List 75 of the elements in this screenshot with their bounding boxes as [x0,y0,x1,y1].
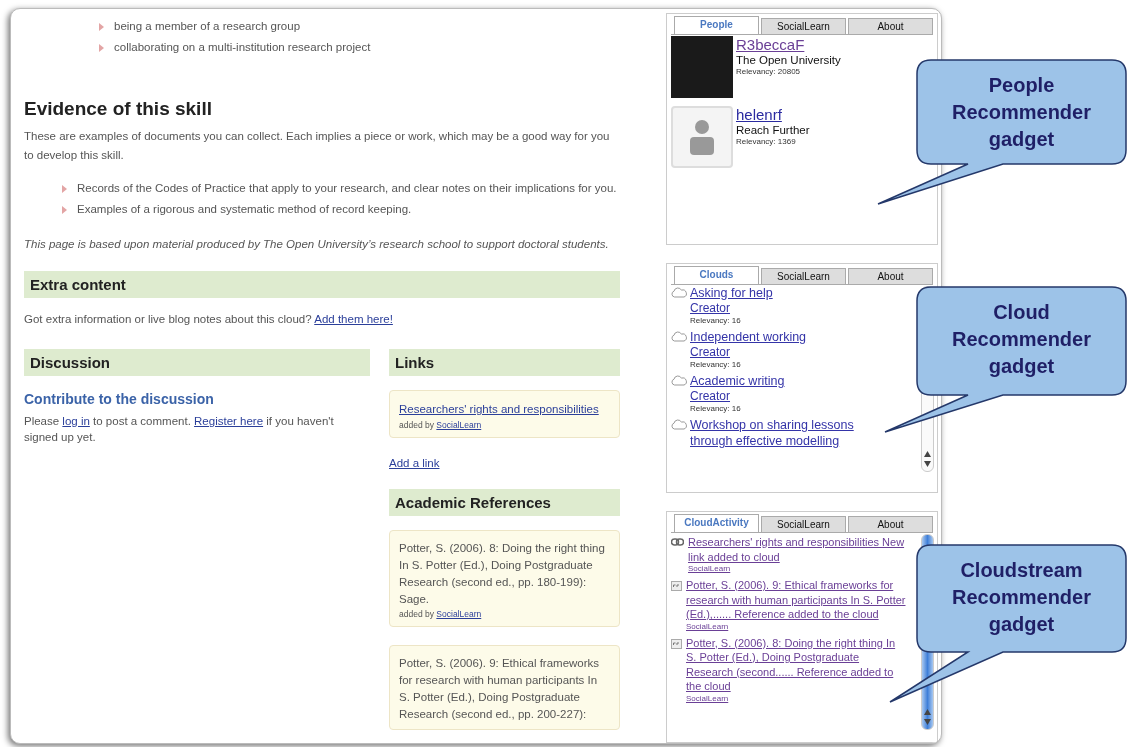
list-item: Examples of a rigorous and systematic method of record keeping. [77,202,412,217]
source-link[interactable]: SocialLearn [686,693,729,704]
organisation: The Open University [736,53,841,67]
creator-link[interactable]: Creator [690,345,730,360]
source-note: This page is based upon material produced by The Open University’s research school to support doctoral students. [24,237,610,252]
callout-text: People Recommender gadget [951,73,1092,152]
text-link[interactable]: Add them here! [314,313,393,325]
reference-text: Potter, S. (2006). 9: Ethical frameworks for research with human participants In S. Potter (Ed.), Doing Postgraduate Research (second ed., pp. 200-227): [399,656,601,722]
cloud-icon [671,331,687,342]
cloud-title-link[interactable]: Workshop on sharing lessons through effective modelling [690,417,883,449]
callout-text: Cloudstream Recommender gadget [951,558,1092,637]
paragraph: Please log in to post a comment. Register here if you haven't signed up yet. [24,414,335,445]
list-item: collaborating on a multi-institution research project [114,40,371,55]
source-link[interactable]: SocialLearn [686,621,729,632]
cloud-title-link[interactable]: Independent working [690,329,807,345]
section-header: Discussion [24,349,370,376]
tab[interactable]: About [848,268,933,284]
quote-icon [671,638,682,649]
author-link[interactable]: SocialLearn [436,420,482,430]
text-link[interactable]: log in [62,415,90,427]
paragraph: Got extra information or live blog notes about this cloud? Add them here! [24,312,394,327]
relevancy: Relevancy: 16 [690,316,741,326]
creator-link[interactable]: Creator [690,301,730,316]
relevancy: Relevancy: 16 [690,404,741,414]
added-by-line: added by SocialLearn [399,419,483,431]
added-by-line: added by SocialLearn [399,608,483,620]
callout-text: Cloud Recommender gadget [951,300,1092,379]
scroll-down-icon[interactable] [924,719,931,725]
activity-link[interactable]: Potter, S. (2006). 9: Ethical frameworks for research with human participants In S. Potter (Ed.),...... Reference added to the cloud [686,578,908,622]
author-link[interactable]: SocialLearn [436,609,482,619]
tab[interactable]: SocialLearn [761,268,846,284]
bullet-icon [62,205,67,214]
list-item: being a member of a research group [114,19,301,34]
section-header: Extra content [24,271,620,298]
scroll-down-icon[interactable] [924,461,931,467]
cloud-icon [671,375,687,386]
section-heading: Evidence of this skill [24,97,213,121]
resource-link[interactable]: Researchers' rights and responsibilities [399,403,599,415]
creator-link[interactable]: Creator [690,389,730,404]
text-link[interactable]: Register here [194,415,264,427]
cloud-icon [671,287,687,298]
paragraph: These are examples of documents you can collect. Each implies a piece or work, which may be a good way for you to develop this skill. [24,129,611,163]
source-link[interactable]: SocialLearn [688,564,731,574]
bullet-icon [99,22,104,31]
tab[interactable]: SocialLearn [761,18,846,34]
organisation: Reach Further [736,123,810,137]
tab[interactable]: About [848,516,933,532]
person-silhouette-icon [688,119,716,155]
section-header: Links [389,349,620,376]
user-name-link[interactable]: R3beccaF [736,36,805,53]
tab[interactable]: CloudActivity [674,514,759,532]
tab[interactable]: SocialLearn [761,516,846,532]
scroll-up-icon[interactable] [924,709,931,715]
quote-icon [671,581,682,591]
add-link-link[interactable]: Add a link [389,457,440,469]
chain-link-icon [671,538,684,546]
activity-link[interactable]: Potter, S. (2006). 8: Doing the right thing In S. Potter (Ed.), Doing Postgraduate Research (second...... Reference added to the cloud [686,635,908,694]
cloud-icon [671,419,687,430]
relevancy: Relevancy: 16 [690,360,741,370]
scroll-up-icon[interactable] [924,451,931,457]
subheading: Contribute to the discussion [24,390,215,409]
bullet-icon [99,43,104,52]
section-header: Academic References [389,489,620,516]
tab[interactable]: Clouds [674,266,759,284]
list-item: Records of the Codes of Practice that apply to your research, and clear notes on their implications for you. [77,181,617,196]
cloud-title-link[interactable]: Academic writing [690,373,785,389]
bullet-icon [62,184,67,193]
reference-text: Potter, S. (2006). 8: Doing the right thing In S. Potter (Ed.), Doing Postgraduate Research (second ed., pp. 180-199): Sage. [399,541,606,607]
tab[interactable]: About [848,18,933,34]
tab[interactable]: People [674,16,759,34]
relevancy: Relevancy: 20805 [736,67,801,77]
relevancy: Relevancy: 1369 [736,137,796,147]
activity-link[interactable]: Researchers' rights and responsibilities New link added to cloud [688,535,910,564]
user-name-link[interactable]: helenrf [736,106,782,123]
cloud-title-link[interactable]: Asking for help [690,285,773,301]
